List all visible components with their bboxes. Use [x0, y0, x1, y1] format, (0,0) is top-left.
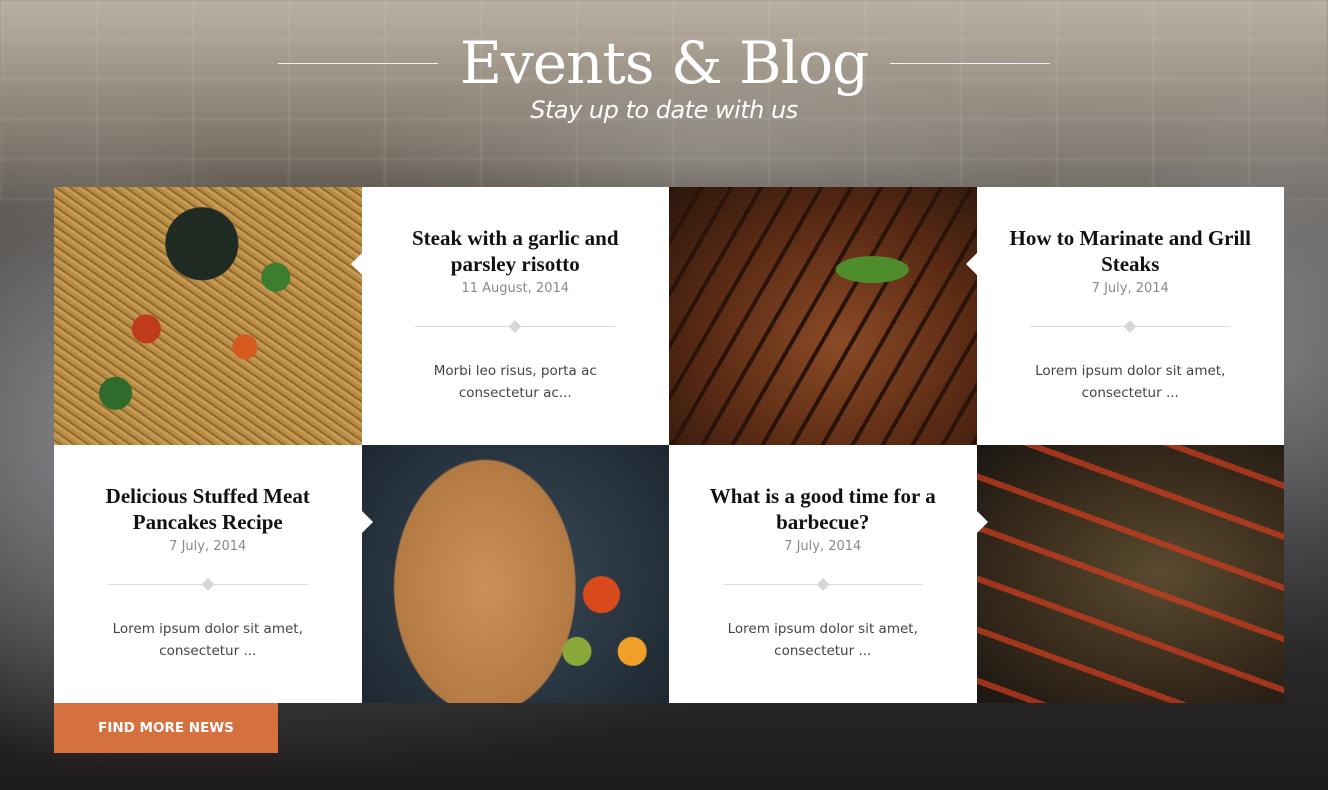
steak-photo	[669, 187, 977, 445]
post-excerpt: Morbi leo risus, porta ac consectetur ac…	[433, 363, 597, 401]
post-card-3[interactable]: Delicious Stuffed Meat Pancakes Recipe 7…	[54, 445, 372, 703]
noodles-photo	[54, 187, 362, 445]
post-image-skewers[interactable]	[976, 445, 1284, 703]
post-excerpt: Lorem ipsum dolor sit amet, consectetur …	[1035, 363, 1226, 401]
section-header: Events & Blog Stay up to date with us	[0, 26, 1328, 124]
diamond-icon	[816, 578, 830, 591]
section-subtitle: Stay up to date with us	[530, 96, 798, 124]
post-date: 11 August, 2014	[461, 281, 570, 296]
skewers-photo	[976, 445, 1284, 703]
post-image-noodles[interactable]	[54, 187, 362, 445]
header-title-row: Events & Blog	[0, 26, 1328, 100]
header-right-rule	[890, 62, 1051, 64]
post-excerpt: Lorem ipsum dolor sit amet, consectetur …	[112, 621, 303, 659]
post-title[interactable]: How to Marinate and Grill Steaks	[1003, 225, 1259, 277]
post-title[interactable]: What is a good time for a barbecue?	[695, 483, 951, 535]
post-excerpt: Lorem ipsum dolor sit amet, consectetur …	[727, 621, 918, 659]
crepe-photo	[361, 445, 669, 703]
post-date: 7 July, 2014	[784, 539, 862, 554]
post-card-4[interactable]: What is a good time for a barbecue? 7 Ju…	[669, 445, 987, 703]
card-divider	[107, 578, 308, 591]
diamond-icon	[201, 578, 215, 591]
post-title[interactable]: Delicious Stuffed Meat Pancakes Recipe	[80, 483, 336, 535]
card-divider	[722, 578, 923, 591]
card-divider	[415, 320, 616, 333]
post-card-2[interactable]: How to Marinate and Grill Steaks 7 July,…	[965, 187, 1284, 445]
diamond-icon	[508, 320, 522, 333]
post-title[interactable]: Steak with a garlic and parsley risotto	[388, 225, 644, 277]
section-title: Events & Blog	[459, 29, 870, 97]
post-date: 7 July, 2014	[1091, 281, 1169, 296]
header-left-rule	[277, 62, 438, 64]
post-date: 7 July, 2014	[169, 539, 247, 554]
card-divider	[1030, 320, 1231, 333]
blog-grid: Steak with a garlic and parsley risotto …	[54, 187, 1284, 703]
diamond-icon	[1123, 320, 1137, 333]
post-image-crepe[interactable]	[361, 445, 669, 703]
post-card-1[interactable]: Steak with a garlic and parsley risotto …	[350, 187, 669, 445]
find-more-news-button[interactable]: FIND MORE NEWS	[54, 703, 278, 753]
post-image-steak[interactable]	[669, 187, 977, 445]
